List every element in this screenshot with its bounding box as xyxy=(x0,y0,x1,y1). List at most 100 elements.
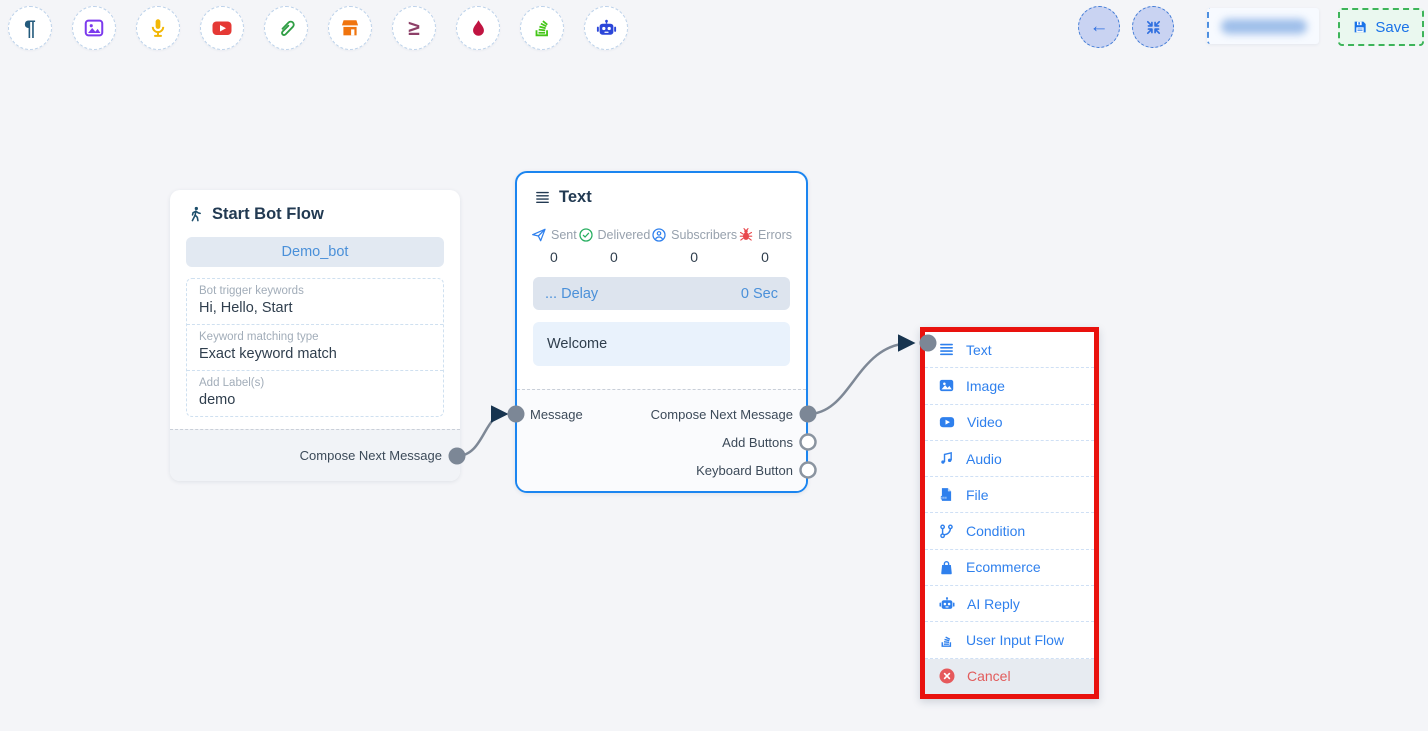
stat-label: Delivered xyxy=(598,228,651,242)
compose-next-message-output-label: Compose Next Message xyxy=(651,407,793,422)
stat-value: 0 xyxy=(690,249,698,265)
toolbar-audio-button[interactable] xyxy=(136,6,180,50)
add-node-context-menu: Text Image Video Audio xyxy=(920,327,1099,699)
file-pdf-icon xyxy=(938,486,955,503)
menu-cancel-label: Cancel xyxy=(967,668,1011,684)
save-button[interactable]: Save xyxy=(1338,8,1424,46)
music-note-icon xyxy=(938,450,955,467)
menu-item-label: User Input Flow xyxy=(966,632,1064,648)
back-button[interactable]: ← xyxy=(1078,6,1120,48)
stat-label: Subscribers xyxy=(671,228,737,242)
menu-item-label: Text xyxy=(966,342,992,358)
save-floppy-icon xyxy=(1352,19,1368,35)
text-message-node[interactable]: Text Sent 0 Delivered 0 xyxy=(515,171,808,493)
add-buttons-output-label: Add Buttons xyxy=(722,435,793,450)
stat-subscribers: Subscribers 0 xyxy=(651,227,737,265)
message-input-label: Message xyxy=(530,407,583,422)
field-label: Keyword matching type xyxy=(199,331,431,343)
stat-delivered: Delivered 0 xyxy=(578,227,651,265)
start-node-header[interactable]: Start Bot Flow xyxy=(170,190,460,234)
start-node-fields: Bot trigger keywords Hi, Hello, Start Ke… xyxy=(186,278,444,417)
text-node-footer: Message Compose Next Message Add Buttons… xyxy=(517,389,806,491)
field-keyword-matching-type[interactable]: Keyword matching type Exact keyword matc… xyxy=(187,325,443,371)
start-bot-flow-node[interactable]: Start Bot Flow Demo_bot Bot trigger keyw… xyxy=(170,190,460,481)
fit-view-button[interactable] xyxy=(1132,6,1174,48)
image-icon xyxy=(83,17,105,39)
keyboard-button-output-label: Keyboard Button xyxy=(696,463,793,478)
menu-item-audio[interactable]: Audio xyxy=(925,441,1094,477)
toolbar-video-button[interactable] xyxy=(200,6,244,50)
youtube-icon xyxy=(210,16,234,40)
image-icon xyxy=(938,377,955,394)
delay-value: 0 Sec xyxy=(741,286,778,302)
menu-item-file[interactable]: File xyxy=(925,477,1094,513)
robot-icon xyxy=(595,17,618,40)
toolbar-user-input-flow-button[interactable] xyxy=(520,6,564,50)
compose-next-message-output-label: Compose Next Message xyxy=(300,448,442,463)
paper-plane-icon xyxy=(531,227,547,243)
hamburger-icon xyxy=(534,189,551,206)
toolbar-ecommerce-button[interactable] xyxy=(328,6,372,50)
delay-row[interactable]: ... Delay 0 Sec xyxy=(533,277,790,310)
field-value: demo xyxy=(199,392,431,408)
stat-label: Sent xyxy=(551,228,577,242)
start-node-footer: Compose Next Message xyxy=(170,429,460,481)
blurred-bot-name xyxy=(1221,19,1307,34)
delay-label: ... Delay xyxy=(545,286,598,302)
text-node-stats: Sent 0 Delivered 0 Subscribers xyxy=(517,217,806,265)
toolbar-file-button[interactable] xyxy=(264,6,308,50)
toolbar-delay-button[interactable] xyxy=(456,6,500,50)
check-circle-icon xyxy=(578,227,594,243)
stack-icon xyxy=(531,17,553,39)
toolbar-image-button[interactable] xyxy=(72,6,116,50)
cancel-circle-icon xyxy=(938,667,956,685)
robot-icon xyxy=(938,595,956,613)
field-label: Add Label(s) xyxy=(199,377,431,389)
stat-value: 0 xyxy=(550,249,558,265)
menu-item-text[interactable]: Text xyxy=(925,332,1094,368)
text-lines-icon xyxy=(938,341,955,358)
text-node-header[interactable]: Text xyxy=(517,173,806,217)
menu-item-ecommerce[interactable]: Ecommerce xyxy=(925,550,1094,586)
compress-icon xyxy=(1144,18,1163,37)
toolbar-text-button[interactable]: ¶ xyxy=(8,6,52,50)
message-content-box[interactable]: Welcome xyxy=(533,322,790,366)
edge-text-to-menu xyxy=(808,343,912,414)
field-value: Hi, Hello, Start xyxy=(199,300,431,316)
branch-icon xyxy=(938,523,955,540)
field-bot-trigger-keywords[interactable]: Bot trigger keywords Hi, Hello, Start xyxy=(187,279,443,325)
greater-equal-icon: ≥ xyxy=(408,18,420,39)
start-node-title: Start Bot Flow xyxy=(212,205,324,224)
bug-icon xyxy=(738,227,754,243)
stack-icon xyxy=(938,632,955,649)
microphone-icon xyxy=(147,17,169,39)
paperclip-icon xyxy=(275,17,297,39)
back-arrow-icon: ← xyxy=(1090,16,1109,38)
menu-item-label: Ecommerce xyxy=(966,559,1041,575)
bot-name-button[interactable] xyxy=(1207,8,1319,44)
toolbar-ai-reply-button[interactable] xyxy=(584,6,628,50)
bot-name-pill[interactable]: Demo_bot xyxy=(186,237,444,267)
subscriber-icon xyxy=(651,227,667,243)
video-play-icon xyxy=(938,413,956,431)
menu-item-label: Audio xyxy=(966,451,1002,467)
menu-item-condition[interactable]: Condition xyxy=(925,513,1094,549)
edge-start-to-text xyxy=(457,414,505,456)
toolbar-condition-button[interactable]: ≥ xyxy=(392,6,436,50)
walking-person-icon xyxy=(187,205,204,224)
message-text: Welcome xyxy=(547,336,607,352)
menu-item-ai-reply[interactable]: AI Reply xyxy=(925,586,1094,622)
menu-item-label: Condition xyxy=(966,523,1025,539)
field-add-labels[interactable]: Add Label(s) demo xyxy=(187,371,443,416)
pilcrow-icon: ¶ xyxy=(24,18,36,39)
stat-value: 0 xyxy=(761,249,769,265)
shopping-bag-icon xyxy=(938,559,955,576)
menu-item-label: Video xyxy=(967,414,1003,430)
stat-label: Errors xyxy=(758,228,792,242)
field-value: Exact keyword match xyxy=(199,346,431,362)
menu-item-video[interactable]: Video xyxy=(925,405,1094,441)
menu-item-user-input-flow[interactable]: User Input Flow xyxy=(925,622,1094,658)
menu-item-image[interactable]: Image xyxy=(925,368,1094,404)
store-icon xyxy=(339,17,361,39)
menu-item-cancel[interactable]: Cancel xyxy=(925,659,1094,694)
